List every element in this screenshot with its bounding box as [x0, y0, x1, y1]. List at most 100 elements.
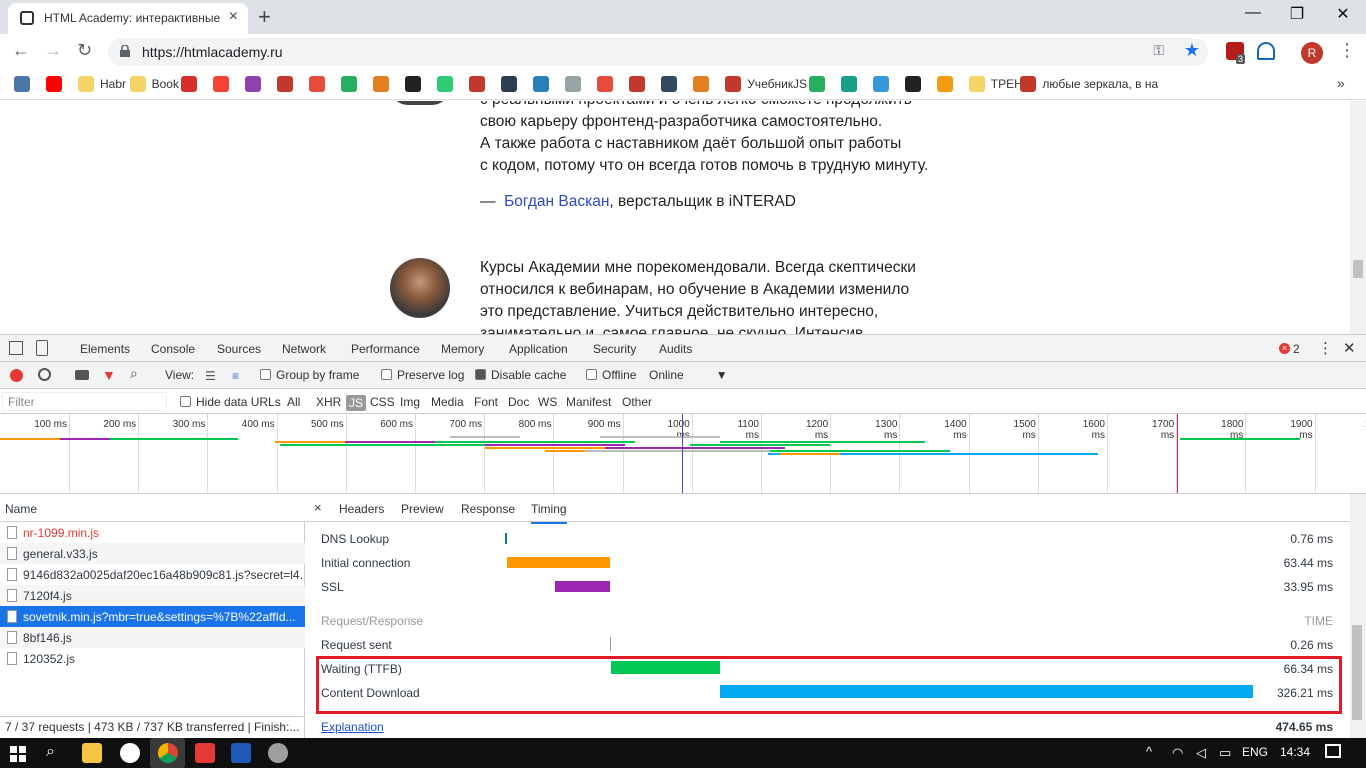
hide-data-urls-checkbox[interactable]: Hide data URLs — [180, 395, 281, 409]
screenshot-icon[interactable] — [75, 370, 89, 380]
throttling-select[interactable]: Online ▼ — [649, 368, 728, 382]
bookmark-item[interactable] — [872, 76, 895, 92]
browser-tab[interactable]: HTML Academy: интерактивные × — [8, 3, 248, 34]
word-icon[interactable] — [231, 743, 251, 763]
bookmark-item[interactable] — [14, 76, 36, 92]
tab-timing[interactable]: Timing — [531, 502, 567, 524]
forward-icon[interactable]: → — [44, 40, 62, 61]
detail-scrollbar-thumb[interactable] — [1352, 625, 1362, 720]
page-scrollbar-thumb[interactable] — [1353, 260, 1363, 278]
filter-xhr[interactable]: XHR — [316, 395, 341, 409]
more-bookmarks-icon[interactable]: » — [1337, 75, 1345, 91]
close-devtools-icon[interactable]: ✕ — [1343, 339, 1356, 357]
tab-sources[interactable]: Sources — [217, 342, 261, 356]
paint-icon[interactable] — [268, 743, 288, 763]
request-row[interactable]: 8bf146.js — [0, 627, 305, 648]
list-view-icon[interactable]: ☰ — [205, 369, 216, 383]
bookmark-item[interactable] — [629, 76, 651, 92]
bookmark-item[interactable] — [936, 76, 959, 92]
record-icon[interactable] — [10, 369, 23, 382]
error-icon[interactable]: × — [1279, 343, 1290, 354]
filter-media[interactable]: Media — [431, 395, 464, 409]
maximize-icon[interactable]: ❐ — [1274, 4, 1320, 24]
clock[interactable]: 14:34 — [1280, 745, 1310, 759]
bookmark-item[interactable] — [693, 76, 715, 92]
tab-network[interactable]: Network — [282, 342, 327, 364]
request-row[interactable]: general.v33.js — [0, 543, 305, 564]
waterfall-view-icon[interactable]: ≡ — [232, 369, 239, 383]
reload-icon[interactable]: ↻ — [77, 40, 92, 61]
request-row[interactable]: 7120f4.js — [0, 585, 305, 606]
filter-font[interactable]: Font — [474, 395, 498, 409]
back-icon[interactable]: ← — [12, 40, 30, 61]
inspect-element-icon[interactable] — [9, 341, 23, 355]
bookmark-item[interactable] — [904, 76, 927, 92]
file-explorer-icon[interactable] — [82, 743, 102, 763]
name-column-header[interactable]: Name — [0, 494, 305, 522]
notifications-icon[interactable] — [1325, 744, 1341, 758]
app-icon[interactable] — [195, 743, 215, 763]
close-tab-icon[interactable]: × — [229, 8, 238, 26]
wifi-icon[interactable]: ◠ — [1172, 745, 1183, 761]
filter-ws[interactable]: WS — [538, 395, 557, 409]
request-row[interactable]: nr-1099.min.js — [0, 522, 305, 543]
browser-menu-icon[interactable]: ⋮ — [1338, 40, 1356, 61]
close-window-icon[interactable]: ✕ — [1320, 4, 1366, 24]
bookmark-item[interactable] — [213, 76, 235, 92]
network-overview[interactable]: 100 ms 200 ms 300 ms 400 ms 500 ms 600 ms 700 … — [0, 414, 1366, 494]
bookmark-item[interactable] — [533, 76, 555, 92]
preserve-log-checkbox[interactable]: Preserve log — [381, 368, 464, 382]
request-row[interactable]: sovetnik.min.js?mbr=true&settings=%7B%22… — [0, 606, 305, 627]
tab-audits[interactable]: Audits — [659, 342, 692, 356]
minimize-icon[interactable]: — — [1230, 4, 1276, 22]
bookmark-item[interactable] — [597, 76, 619, 92]
bookmark-item[interactable]: любые зеркала, в на — [1020, 76, 1158, 92]
tab-response[interactable]: Response — [461, 502, 515, 516]
bookmark-item[interactable] — [245, 76, 267, 92]
bookmark-item[interactable] — [181, 76, 203, 92]
search-icon[interactable]: ⌕ — [130, 365, 138, 382]
filter-input[interactable]: Filter — [2, 392, 167, 411]
request-row[interactable]: 9146d832a0025daf20ec16a48b909c81.js?secr… — [0, 564, 305, 585]
tab-console[interactable]: Console — [151, 342, 195, 356]
bookmark-item[interactable] — [309, 76, 331, 92]
bookmark-item[interactable] — [808, 76, 831, 92]
filter-manifest[interactable]: Manifest — [566, 395, 611, 409]
author-link[interactable]: Богдан Васкан — [504, 193, 609, 210]
bookmark-item[interactable]: Book — [129, 76, 179, 92]
filter-css[interactable]: CSS — [370, 395, 395, 409]
chrome-icon[interactable] — [158, 743, 178, 763]
bookmark-item[interactable] — [277, 76, 299, 92]
tab-memory[interactable]: Memory — [441, 342, 484, 356]
devtools-menu-icon[interactable]: ⋮ — [1318, 339, 1333, 357]
bookmark-item[interactable] — [661, 76, 683, 92]
tray-chevron-icon[interactable]: ^ — [1146, 744, 1152, 759]
battery-icon[interactable]: ▭ — [1219, 745, 1231, 761]
tab-preview[interactable]: Preview — [401, 502, 444, 516]
tab-headers[interactable]: Headers — [339, 502, 384, 516]
yandex-browser-icon[interactable] — [120, 743, 140, 763]
group-by-frame-checkbox[interactable]: Group by frame — [260, 368, 359, 382]
tab-performance[interactable]: Performance — [351, 342, 420, 356]
disable-cache-checkbox[interactable]: Disable cache — [475, 368, 566, 382]
close-detail-icon[interactable]: × — [314, 500, 322, 515]
tab-security[interactable]: Security — [593, 342, 636, 356]
bookmark-item[interactable] — [437, 76, 459, 92]
volume-icon[interactable]: ◁ — [1196, 745, 1206, 761]
bookmark-item[interactable] — [46, 76, 68, 92]
request-row[interactable]: 120352.js — [0, 648, 305, 669]
windows-start-icon[interactable] — [10, 746, 26, 762]
address-bar[interactable]: https://htmlacademy.ru ⚿ ★ — [108, 38, 1208, 66]
bookmark-item[interactable] — [405, 76, 427, 92]
key-icon[interactable]: ⚿ — [1153, 42, 1164, 59]
tab-elements[interactable]: Elements — [80, 342, 130, 356]
filter-icon[interactable]: ▼ — [102, 367, 116, 383]
bookmark-item[interactable]: ТРЕН — [968, 76, 1023, 92]
bookmark-star-icon[interactable]: ★ — [1184, 40, 1200, 61]
explanation-link[interactable]: Explanation — [321, 720, 384, 734]
language-indicator[interactable]: ENG — [1242, 745, 1268, 759]
filter-doc[interactable]: Doc — [508, 395, 529, 409]
filter-js[interactable]: JS — [346, 395, 367, 411]
bookmark-item[interactable]: Habr — [78, 76, 126, 92]
bookmark-item[interactable] — [565, 76, 587, 92]
